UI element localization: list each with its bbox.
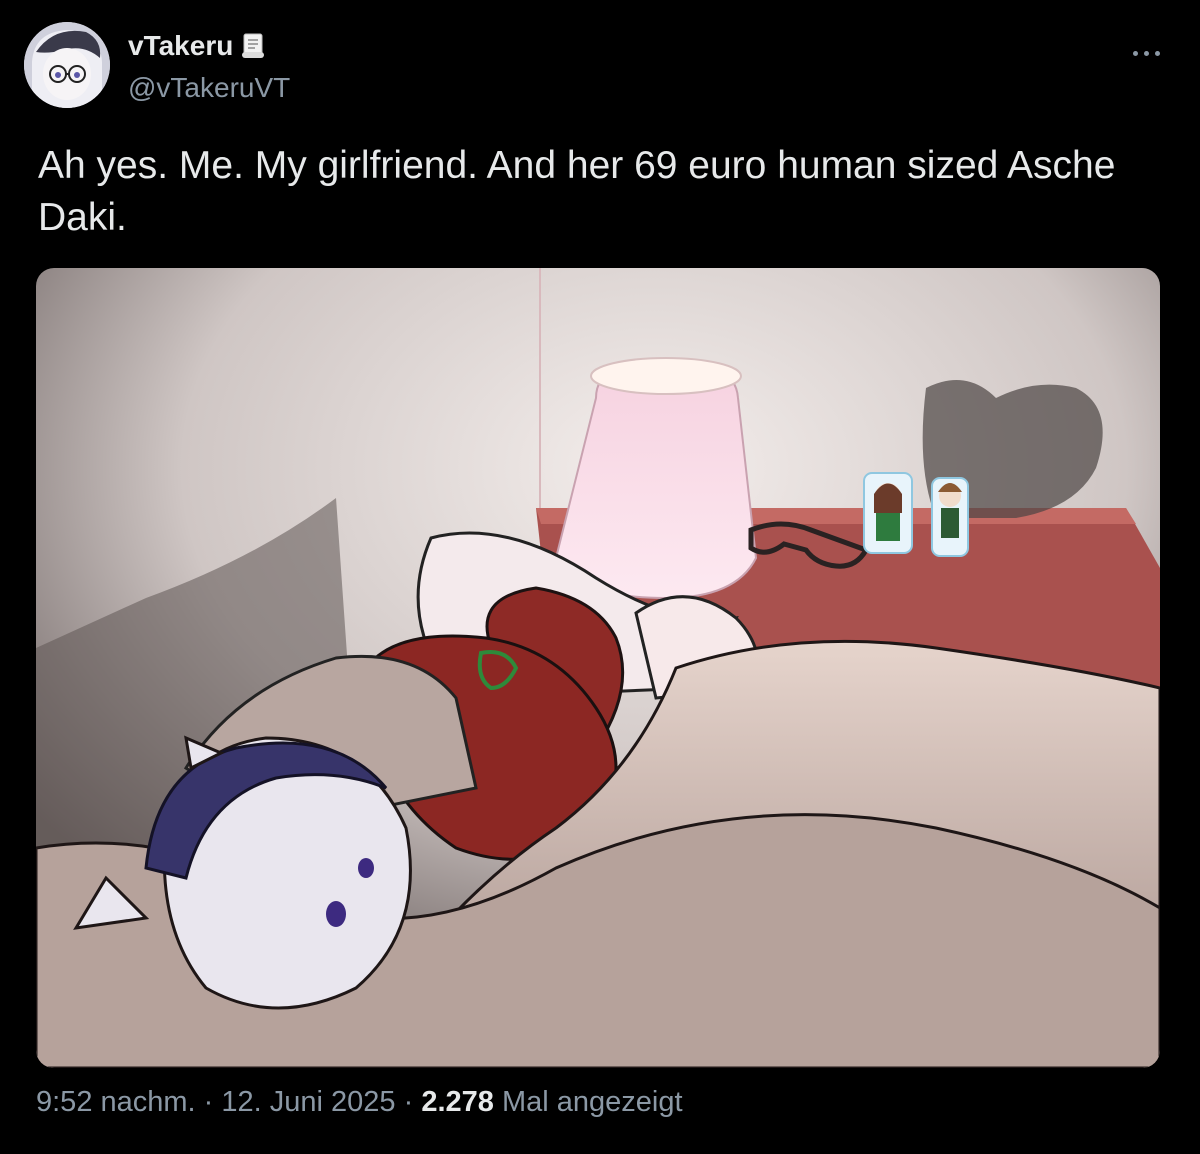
views-label: Mal angezeigt bbox=[502, 1086, 683, 1118]
meta-separator: · bbox=[203, 1086, 214, 1118]
author-handle[interactable]: @vTakeruVT bbox=[128, 72, 290, 104]
views-count: 2.278 bbox=[421, 1086, 494, 1118]
tweet-image[interactable] bbox=[36, 268, 1160, 1068]
avatar-icon bbox=[24, 22, 110, 108]
display-name[interactable]: vTakeru bbox=[128, 30, 233, 62]
more-options-button[interactable] bbox=[1126, 38, 1166, 68]
tweet-text: Ah yes. Me. My girlfriend. And her 69 eu… bbox=[38, 144, 1116, 239]
tweet-time[interactable]: 9:52 nachm. bbox=[36, 1086, 196, 1118]
tweet-meta: 9:52 nachm. · 12. Juni 2025 · 2.278 Mal … bbox=[36, 1086, 683, 1119]
tweet-date[interactable]: 12. Juni 2025 bbox=[221, 1086, 395, 1118]
tweet-header: vTakeru @vTakeruVT bbox=[24, 22, 1176, 112]
more-horizontal-icon bbox=[1132, 50, 1138, 56]
avatar[interactable] bbox=[24, 22, 110, 108]
scroll-emoji-icon bbox=[241, 32, 267, 60]
author-name[interactable]: vTakeru bbox=[128, 30, 267, 62]
meta-separator: · bbox=[403, 1086, 414, 1118]
illustration-bedroom bbox=[36, 268, 1160, 1068]
